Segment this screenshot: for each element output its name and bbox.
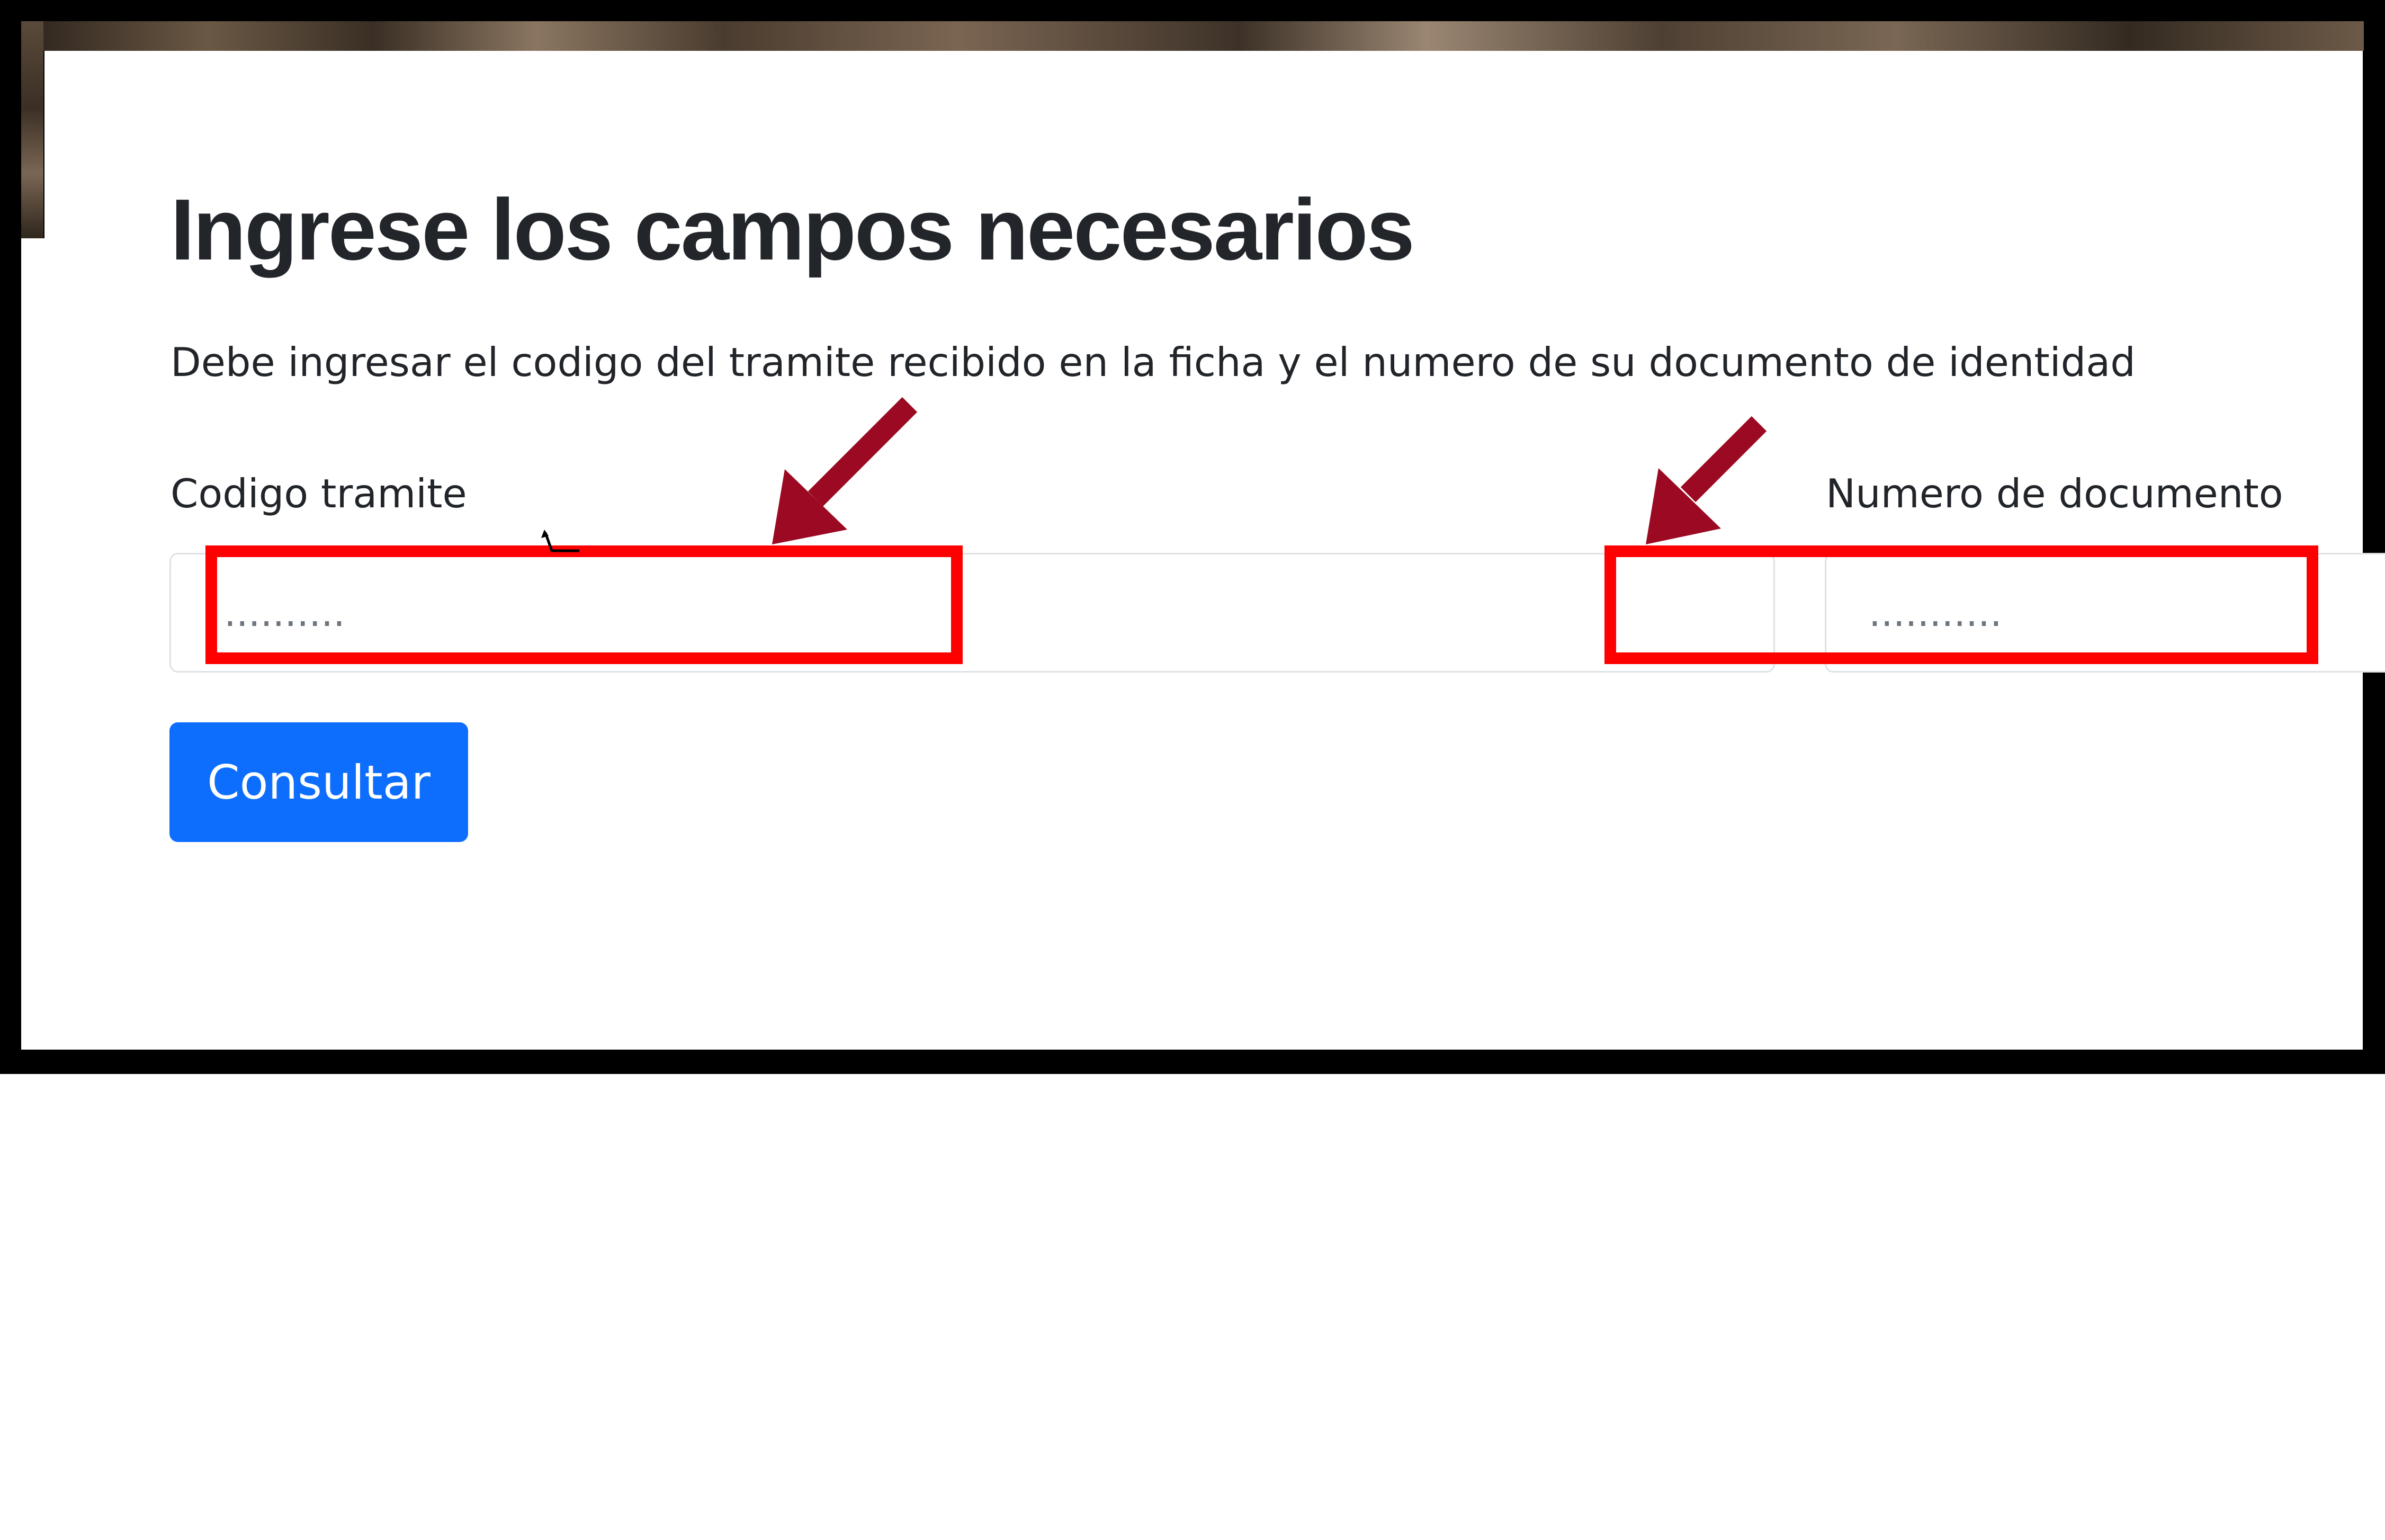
form-description: Debe ingresar el codigo del tramite reci… — [171, 339, 2136, 386]
highlight-box-numero — [1604, 545, 2318, 664]
page-title: Ingrese los campos necesarios — [171, 181, 1415, 278]
screenshot-stage: Ingrese los campos necesarios Debe ingre… — [0, 0, 2385, 1540]
consultar-button[interactable]: Consultar — [169, 722, 468, 842]
numero-documento-label: Numero de documento — [1826, 470, 2283, 517]
side-background-photo — [21, 21, 43, 238]
highlight-box-codigo — [205, 545, 963, 664]
codigo-tramite-label: Codigo tramite — [171, 470, 467, 517]
header-background-photo — [21, 21, 2364, 51]
form-card-edge — [21, 238, 48, 1050]
text-cursor-icon — [541, 530, 579, 552]
